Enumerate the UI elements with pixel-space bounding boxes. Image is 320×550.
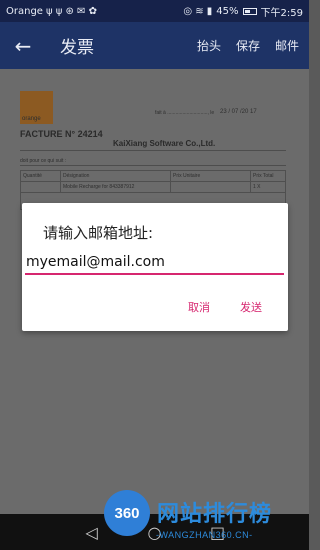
email-button[interactable]: 邮件 [275,37,299,54]
table-cell: Mobile Recharge for 843387912 [61,182,171,192]
app-bar: ← 发票 抬头 保存 邮件 [0,22,309,69]
invoice-number: FACTURE N° 24214 [20,129,103,139]
orange-logo: orange [20,91,53,124]
dialog-actions: 取消 发送 [188,299,262,315]
send-button[interactable]: 发送 [240,299,262,315]
table-cell: 1 X [253,184,261,190]
divider [20,150,286,151]
notification-icons: ψ ψ ⊛ ✉ ✿ [45,5,97,17]
save-button[interactable]: 保存 [236,37,260,54]
table-header: Désignation [61,171,171,181]
divider [20,165,286,166]
status-left: Orange ψ ψ ⊛ ✉ ✿ [6,6,97,17]
email-input[interactable] [25,251,284,275]
table-header-row: Quantité Désignation Prix Unitaire Prix … [21,171,285,182]
table-cell [171,182,251,192]
battery-icon [242,7,257,15]
signal-icons: ◎ ≋ ▮ [183,5,213,17]
cancel-button[interactable]: 取消 [188,299,210,315]
status-right: ◎ ≋ ▮ 45% 下午2:59 [183,4,303,19]
toolbar-actions: 抬头 保存 邮件 [197,37,309,54]
table-header: Prix Total [253,173,274,179]
carrier-label: Orange [6,5,43,17]
header-button[interactable]: 抬头 [197,37,221,54]
back-arrow-icon[interactable]: ← [0,22,46,69]
invoice-date: 23 / 07 /20 17 [220,109,257,115]
place-date-label: fait à ............................., le [155,110,215,116]
clock: 下午2:59 [260,7,303,19]
logo-text: orange [22,116,41,122]
company-name: KaiXiang Software Co.,Ltd. [113,139,216,148]
dialog-title: 请输入邮箱地址: [43,224,154,242]
table-row: Mobile Recharge for 843387912 1 X [21,182,285,193]
table-cell [21,182,61,192]
table-header: Quantité [21,171,61,181]
battery-percent: 45% [216,5,239,17]
nav-back-icon[interactable]: ◁ [80,523,104,542]
page-title: 发票 [60,38,94,58]
watermark-title: 网站排行榜 [157,502,273,527]
watermark-url: -WANGZHAN360.CN- [156,530,253,540]
watermark-logo: 360 [104,490,150,536]
doit-label: doit pour ce qui suit : [20,158,67,164]
status-bar: Orange ψ ψ ⊛ ✉ ✿ ◎ ≋ ▮ 45% 下午2:59 [0,0,309,22]
table-header: Prix Unitaire [171,171,251,181]
email-dialog: 请输入邮箱地址: 取消 发送 [22,203,288,331]
